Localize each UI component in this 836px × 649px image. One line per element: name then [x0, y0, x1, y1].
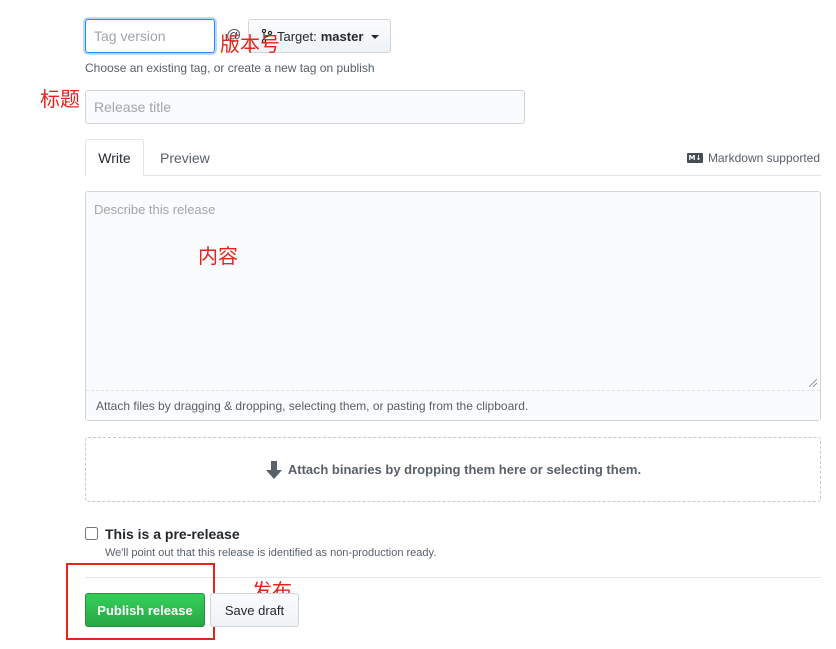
target-label: Target:	[277, 28, 317, 44]
target-branch-name: master	[320, 28, 364, 44]
prerelease-label[interactable]: This is a pre-release	[105, 526, 240, 542]
annotation-version: 版本号	[220, 32, 280, 56]
attach-files-bar[interactable]: Attach files by dragging & dropping, sel…	[86, 390, 820, 420]
tag-hint: Choose an existing tag, or create a new …	[85, 61, 375, 75]
release-title-input[interactable]	[85, 90, 525, 124]
save-draft-button[interactable]: Save draft	[210, 593, 299, 627]
prerelease-checkbox[interactable]	[85, 527, 98, 540]
tab-preview[interactable]: Preview	[160, 150, 210, 166]
attach-binaries-label: Attach binaries by dropping them here or…	[287, 462, 642, 477]
attach-binaries-dropzone[interactable]: Attach binaries by dropping them here or…	[85, 437, 821, 502]
prerelease-note: We'll point out that this release is ide…	[105, 547, 437, 559]
tab-divider	[85, 175, 821, 176]
arrow-down-icon	[265, 460, 282, 479]
annotation-title: 标题	[40, 87, 80, 111]
markdown-icon: M↓	[686, 153, 703, 163]
caret-down-icon	[371, 35, 380, 39]
markdown-supported-label: Markdown supported	[707, 151, 820, 165]
tab-write[interactable]: Write	[85, 139, 144, 176]
resize-handle-icon[interactable]	[809, 379, 817, 387]
annotation-content: 内容	[198, 244, 238, 268]
markdown-supported-link[interactable]: M↓ Markdown supported	[686, 151, 820, 165]
release-description-textarea[interactable]	[86, 192, 820, 390]
release-body-editor: Attach files by dragging & dropping, sel…	[85, 191, 821, 421]
publish-release-button[interactable]: Publish release	[85, 593, 205, 627]
tag-version-input[interactable]	[85, 19, 215, 53]
